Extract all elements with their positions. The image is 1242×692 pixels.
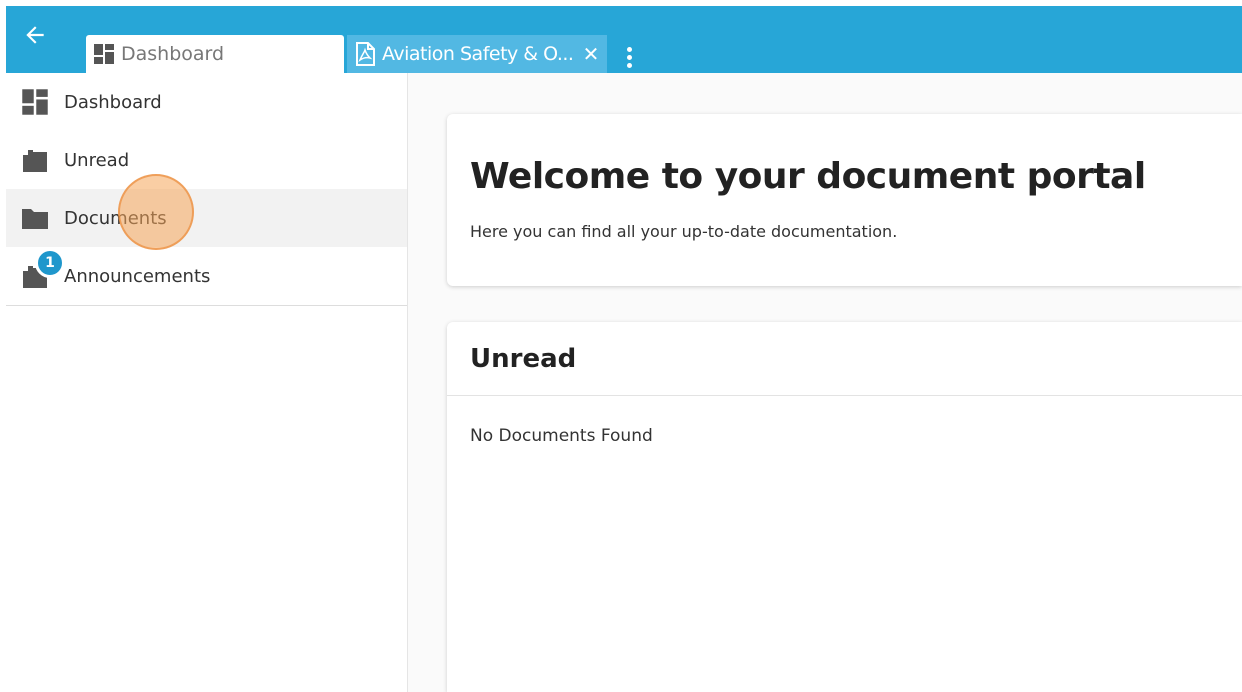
dashboard-icon — [20, 87, 50, 117]
top-bar: Dashboard Aviation Safety & O... ✕ — [6, 6, 1242, 73]
section-title: Unread — [470, 344, 577, 374]
welcome-card: Welcome to your document portal Here you… — [447, 114, 1242, 286]
close-tab-button[interactable]: ✕ — [581, 42, 601, 66]
tab-label: Dashboard — [121, 43, 225, 65]
tab-aviation-safety[interactable]: Aviation Safety & O... ✕ — [347, 35, 607, 73]
app-frame: Dashboard Aviation Safety & O... ✕ Dashb… — [6, 6, 1242, 692]
close-icon: ✕ — [582, 42, 600, 66]
page-subtitle: Here you can find all your up-to-date do… — [470, 222, 898, 241]
sidebar-item-dashboard[interactable]: Dashboard — [6, 73, 407, 131]
notification-badge: 1 — [35, 248, 65, 278]
pdf-document-icon — [356, 42, 375, 66]
sidebar-nav: Dashboard Unread Documents Announcements… — [6, 73, 407, 306]
folder-icon — [20, 203, 50, 233]
arrow-left-icon — [26, 26, 44, 44]
unread-header: Unread — [447, 322, 1242, 396]
sidebar-item-documents[interactable]: Documents — [6, 189, 407, 247]
sidebar-item-label: Dashboard — [64, 91, 162, 113]
folder-open-icon — [20, 145, 50, 175]
dashboard-icon — [94, 44, 114, 64]
sidebar: Dashboard Unread Documents Announcements… — [6, 73, 408, 692]
unread-card: Unread No Documents Found — [447, 322, 1242, 692]
back-button[interactable] — [20, 20, 50, 50]
page-title: Welcome to your document portal — [470, 156, 1146, 197]
tab-dashboard[interactable]: Dashboard — [86, 35, 344, 73]
sidebar-item-label: Announcements — [64, 265, 211, 287]
sidebar-item-unread[interactable]: Unread — [6, 131, 407, 189]
sidebar-item-label: Unread — [64, 149, 130, 171]
sidebar-item-label: Documents — [64, 207, 167, 229]
empty-state-message: No Documents Found — [470, 426, 653, 446]
tab-label: Aviation Safety & O... — [382, 43, 574, 65]
sidebar-item-announcements[interactable]: Announcements 1 — [6, 247, 407, 305]
more-options-button[interactable] — [618, 42, 640, 72]
more-vertical-icon — [626, 46, 632, 52]
